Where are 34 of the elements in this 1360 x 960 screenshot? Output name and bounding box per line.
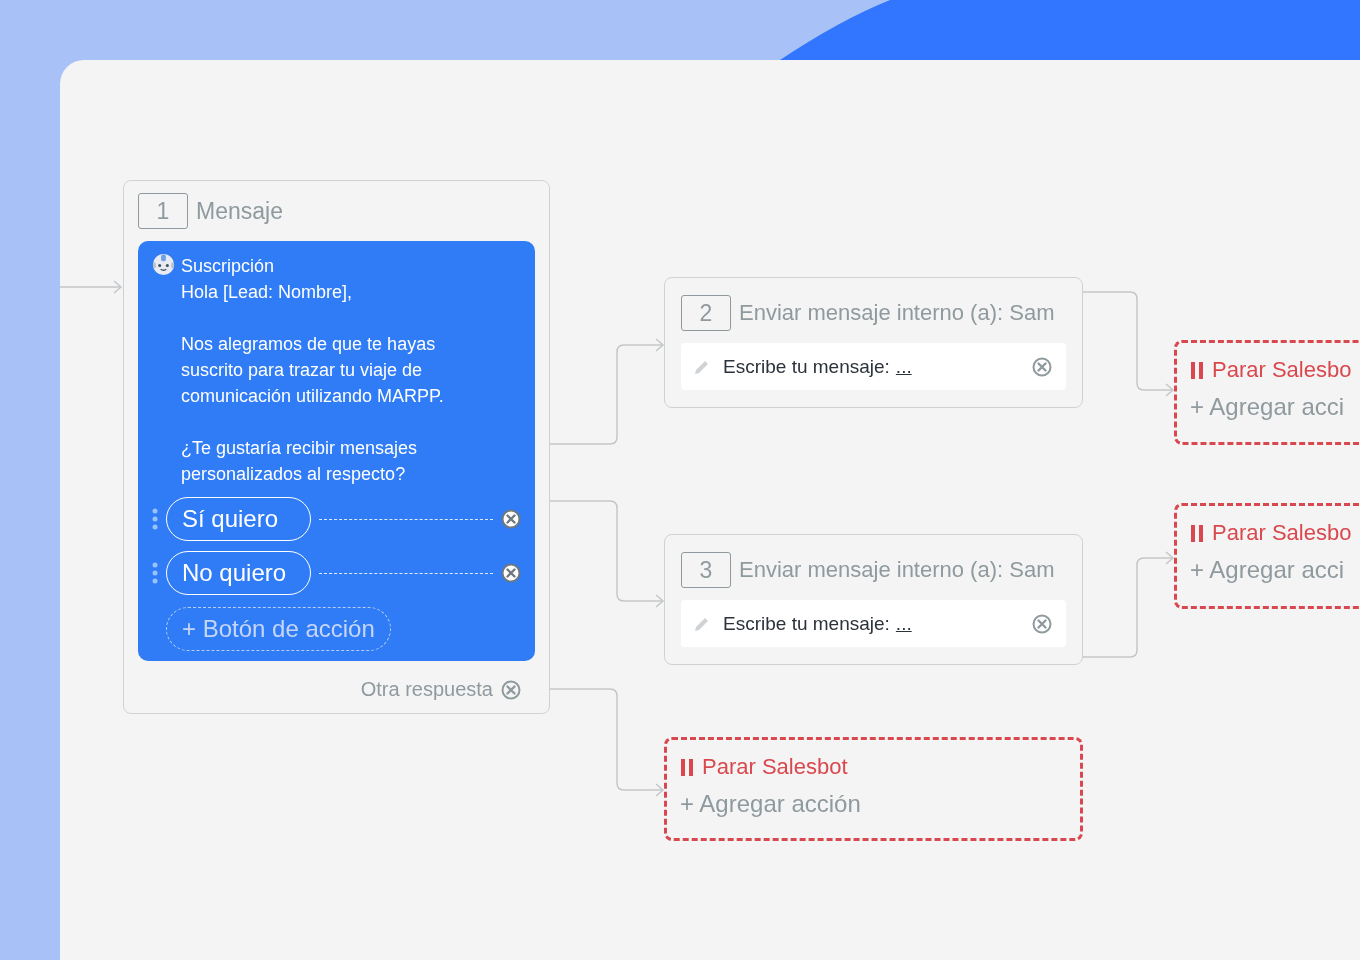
add-action-link[interactable]: + Agregar acci: [1190, 393, 1345, 421]
node-title: Mensaje: [196, 197, 283, 225]
node-title: Enviar mensaje interno (a): Sam: [739, 300, 1055, 326]
fallback-label: Otra respuesta: [360, 678, 493, 701]
message-text: ¿Te gustaría recibir mensajes personalizados al respecto?: [181, 437, 419, 486]
pause-icon: [1190, 361, 1204, 379]
add-action-link[interactable]: + Agregar acci: [1190, 556, 1345, 584]
stop-label: Parar Salesbo: [1212, 520, 1352, 546]
field-value[interactable]: ...: [895, 612, 912, 635]
drag-handle-icon[interactable]: [152, 562, 158, 584]
close-icon[interactable]: [1032, 613, 1052, 634]
field-value[interactable]: ...: [895, 355, 912, 378]
close-icon[interactable]: [501, 563, 521, 583]
sender-name: Suscripción: [181, 255, 276, 278]
drag-handle-icon[interactable]: [152, 508, 158, 530]
step-number: 2: [681, 295, 731, 331]
node-title: Enviar mensaje interno (a): Sam: [739, 557, 1055, 583]
add-action-link[interactable]: + Agregar acción: [680, 790, 861, 818]
field-label: Escribe tu mensaje:: [723, 355, 890, 378]
message-text: Nos alegramos de que te hayas suscrito para trazar tu viaje de comunicación utilizando MARPP.: [181, 333, 445, 408]
pause-icon: [1190, 524, 1204, 542]
message-text: Hola [Lead: Nombre],: [181, 281, 354, 304]
robot-icon: [152, 253, 175, 276]
message-field[interactable]: Escribe tu mensaje: ...: [681, 343, 1066, 390]
step-number: 1: [138, 193, 188, 229]
stop-label: Parar Salesbot: [702, 754, 848, 780]
message-field[interactable]: Escribe tu mensaje: ...: [681, 600, 1066, 647]
close-icon[interactable]: [1032, 356, 1052, 377]
stop-label: Parar Salesbo: [1212, 357, 1352, 383]
close-icon[interactable]: [501, 679, 521, 700]
step-number: 3: [681, 552, 731, 588]
pause-icon: [680, 758, 694, 776]
field-label: Escribe tu mensaje:: [723, 612, 890, 635]
close-icon[interactable]: [501, 509, 521, 529]
